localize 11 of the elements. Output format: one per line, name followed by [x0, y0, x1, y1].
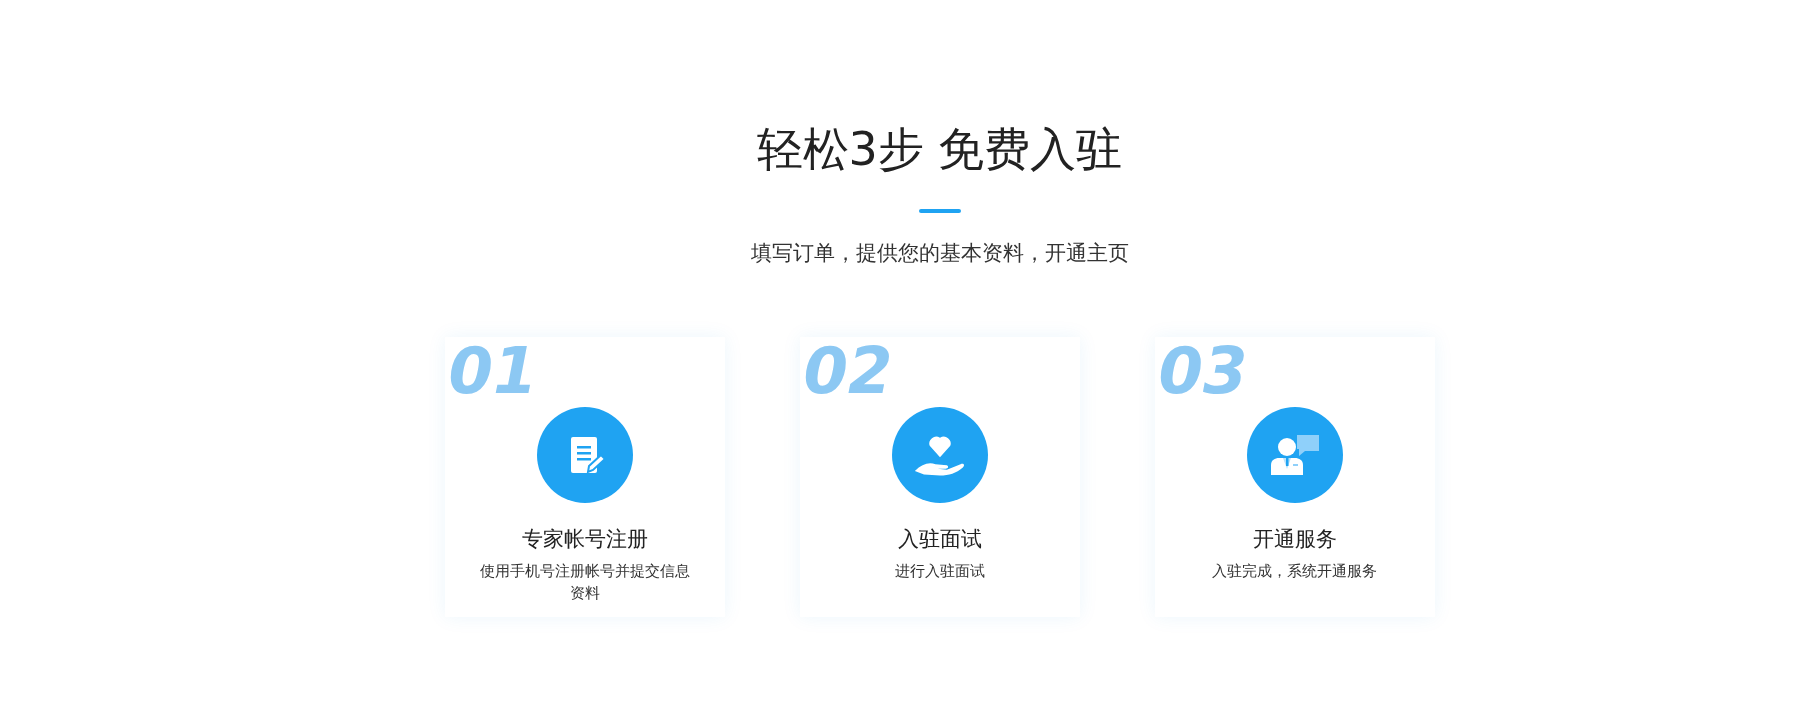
- step-number: 03: [1158, 339, 1249, 404]
- step-number: 02: [803, 339, 894, 404]
- section-title: 轻松3步 免费入驻: [756, 122, 1123, 178]
- section-subtitle: 填写订单，提供您的基本资料，开通主页: [750, 240, 1129, 268]
- step-title: 开通服务: [1252, 526, 1337, 554]
- step-description: 使用手机号注册帐号并提交信息资料: [478, 561, 691, 604]
- step-number: 01: [448, 339, 539, 404]
- step-description: 进行入驻面试: [894, 561, 985, 583]
- step-description: 入驻完成，系统开通服务: [1212, 561, 1377, 583]
- step-title: 专家帐号注册: [521, 526, 648, 554]
- step-title: 入驻面试: [897, 526, 982, 554]
